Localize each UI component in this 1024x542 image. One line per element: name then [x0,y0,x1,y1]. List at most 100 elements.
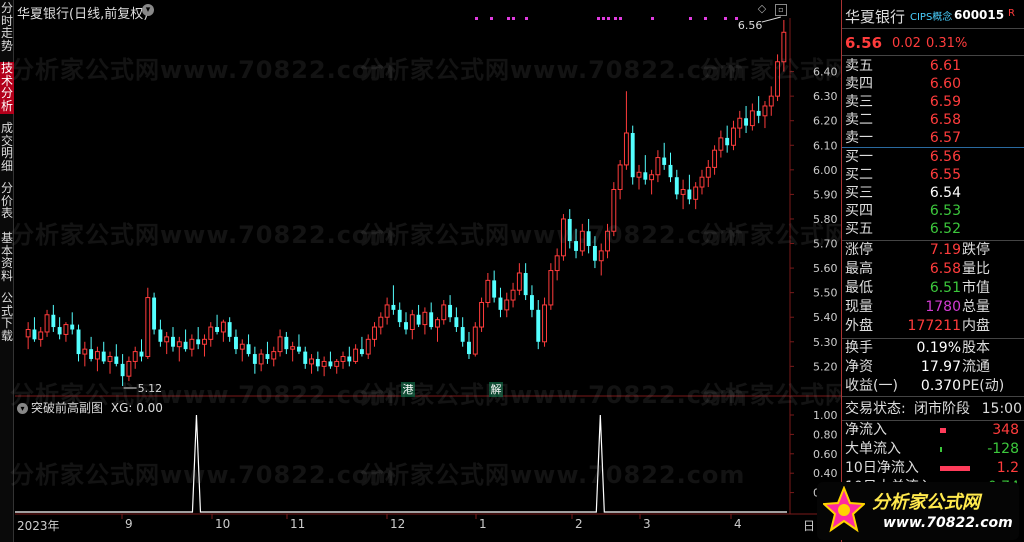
sub-chart-header: ▾ 突破前高副图 XG: 0.00 [17,399,163,416]
xg-signal-line [15,414,787,513]
candle-body-down [662,157,667,165]
flow-value: 1.2 [996,460,1019,476]
left-tab-3[interactable]: 分价表 [0,182,14,222]
left-tab-5[interactable]: 公式下载 [0,292,14,344]
quote-panel: 华夏银行 CIPS概念 600015 R 6.56 0.02 0.31% 卖五 6… [841,0,1024,542]
candle-body-up [712,149,718,168]
candle-body-down [391,304,396,310]
candle-body-up [25,329,31,338]
flow-bar [940,428,946,433]
chart-header: 华夏银行(日线,前复权) ▾ ◇ ▫ [15,0,840,22]
candle-body-up [353,348,359,362]
chevron-down-icon[interactable]: ▾ [142,4,154,16]
y-tick-label: 6.00 [813,164,838,177]
trade-status-value: 闭市阶段 [914,401,970,417]
diamond-icon[interactable]: ◇ [756,3,768,16]
left-tab-1[interactable]: 技术分析 [0,62,14,114]
candle-body-up [749,110,755,127]
candle-body-up [409,314,415,331]
candle-body-down [668,164,673,178]
stat-row-label-2: 量比 [962,261,990,277]
stat-row-label: 外盘 [845,318,873,334]
sub-y-tick-label: 0.60 [813,448,838,461]
ask-row-label: 卖一 [845,130,873,146]
stat-row-value: 17.97 [920,359,961,375]
bid-row-label: 买五 [845,221,873,237]
candle-body-up [334,360,340,367]
chevron-down-icon[interactable]: ▾ [17,403,28,414]
left-tab-4[interactable]: 基本资料 [0,232,14,284]
left-tab-bar: 分时走势技术分析成交明细分价表基本资料公式下载 [0,0,14,542]
left-tab-2[interactable]: 成交明细 [0,122,14,174]
stat-row-value: 7.19 [929,242,961,258]
bid-row-value: 6.55 [929,167,961,183]
candle-body-up [472,326,478,355]
stat-row-label-2: 总量 [962,299,990,315]
x-tick-label: 2023年 [17,519,60,533]
candle-body-down [32,329,37,340]
candle-body-down [252,354,257,364]
ask-row-value: 6.61 [929,58,961,74]
flow-row: 大单流入 -128 [842,440,1024,459]
candle-body-up [365,338,371,355]
y-tick-label: 5.70 [813,238,838,251]
stat-row: 最高 6.58 量比 [842,260,1024,279]
left-tab-0[interactable]: 分时走势 [0,2,14,54]
candle-body-up [132,351,138,362]
candle-body-down [246,344,251,355]
stat-row-value: 0.370 [920,378,961,394]
logo-title: 分析家公式网 [872,492,980,513]
y-tick-label: 5.40 [813,311,838,324]
ask-row-value: 6.60 [929,76,961,92]
unlock-marker[interactable]: 解 [489,382,503,397]
candle-body-down [687,189,692,200]
y-tick-label: 5.30 [813,336,838,349]
bid-row-value: 6.54 [929,185,961,201]
x-tick-label: 9 [125,517,133,531]
stat-row-label: 净资 [845,359,873,375]
candle-body-up [208,326,214,340]
candle-body-down [296,346,301,352]
candle-body-down [284,336,289,350]
candle-body-up [422,311,428,326]
sub-y-tick-label: 0.80 [813,428,838,441]
main-chart-svg[interactable]: 6.40 6.30 6.20 6.10 6.00 5.90 5.80 5.70 5.60 5.50… [15,0,841,542]
bid-row-label: 买三 [845,185,873,201]
y-tick-label: 5.90 [813,188,838,201]
candle-body-down [404,322,408,330]
hk-connect-marker[interactable]: 港 [401,382,415,397]
candle-body-up [731,127,736,146]
sub-y-tick-label: 0.40 [813,467,838,480]
candle-body-down [492,280,497,298]
bid-row-value: 6.53 [929,203,961,219]
candle-body-up [44,314,50,333]
logo-url: www.70822.com [883,515,1013,531]
ask-row-value: 6.58 [929,112,961,128]
candle-body-up [290,346,296,350]
candle-body-down [303,351,308,364]
candle-body-down [756,110,761,116]
ask-row: 卖四 6.60 [842,75,1024,94]
sub-chart-title: 突破前高副图 [31,401,104,415]
flow-bar [940,466,970,471]
chart-area[interactable]: 6.40 6.30 6.20 6.10 6.00 5.90 5.80 5.70 5.60 5.50… [15,0,841,542]
concept-tag[interactable]: CIPS概念 [910,8,952,23]
stat-row: 净资 17.97 流通 [842,358,1024,377]
stat-row-label-2: 流通 [962,359,990,375]
flow-row: 10日净流入 1.2 [842,459,1024,478]
candle-body-down [89,349,94,359]
window-icon[interactable]: ▫ [775,4,787,16]
stat-row: 最低 6.51 市值 [842,279,1024,298]
candle-body-up [479,301,485,328]
flow-label: 净流入 [845,422,887,438]
candle-body-down [744,118,749,126]
flow-label: 10日净流入 [845,460,919,476]
current-price: 6.56 [845,34,883,52]
candle-body-up [611,188,617,232]
candle-body-down [196,339,201,345]
candle-body-down [448,304,453,318]
x-tick-label: 3 [643,517,651,531]
stat-row: 涨停 7.19 跌停 [842,241,1024,260]
sub-chart-indicator: XG: 0.00 [110,401,163,415]
candle-body-up [321,360,327,367]
